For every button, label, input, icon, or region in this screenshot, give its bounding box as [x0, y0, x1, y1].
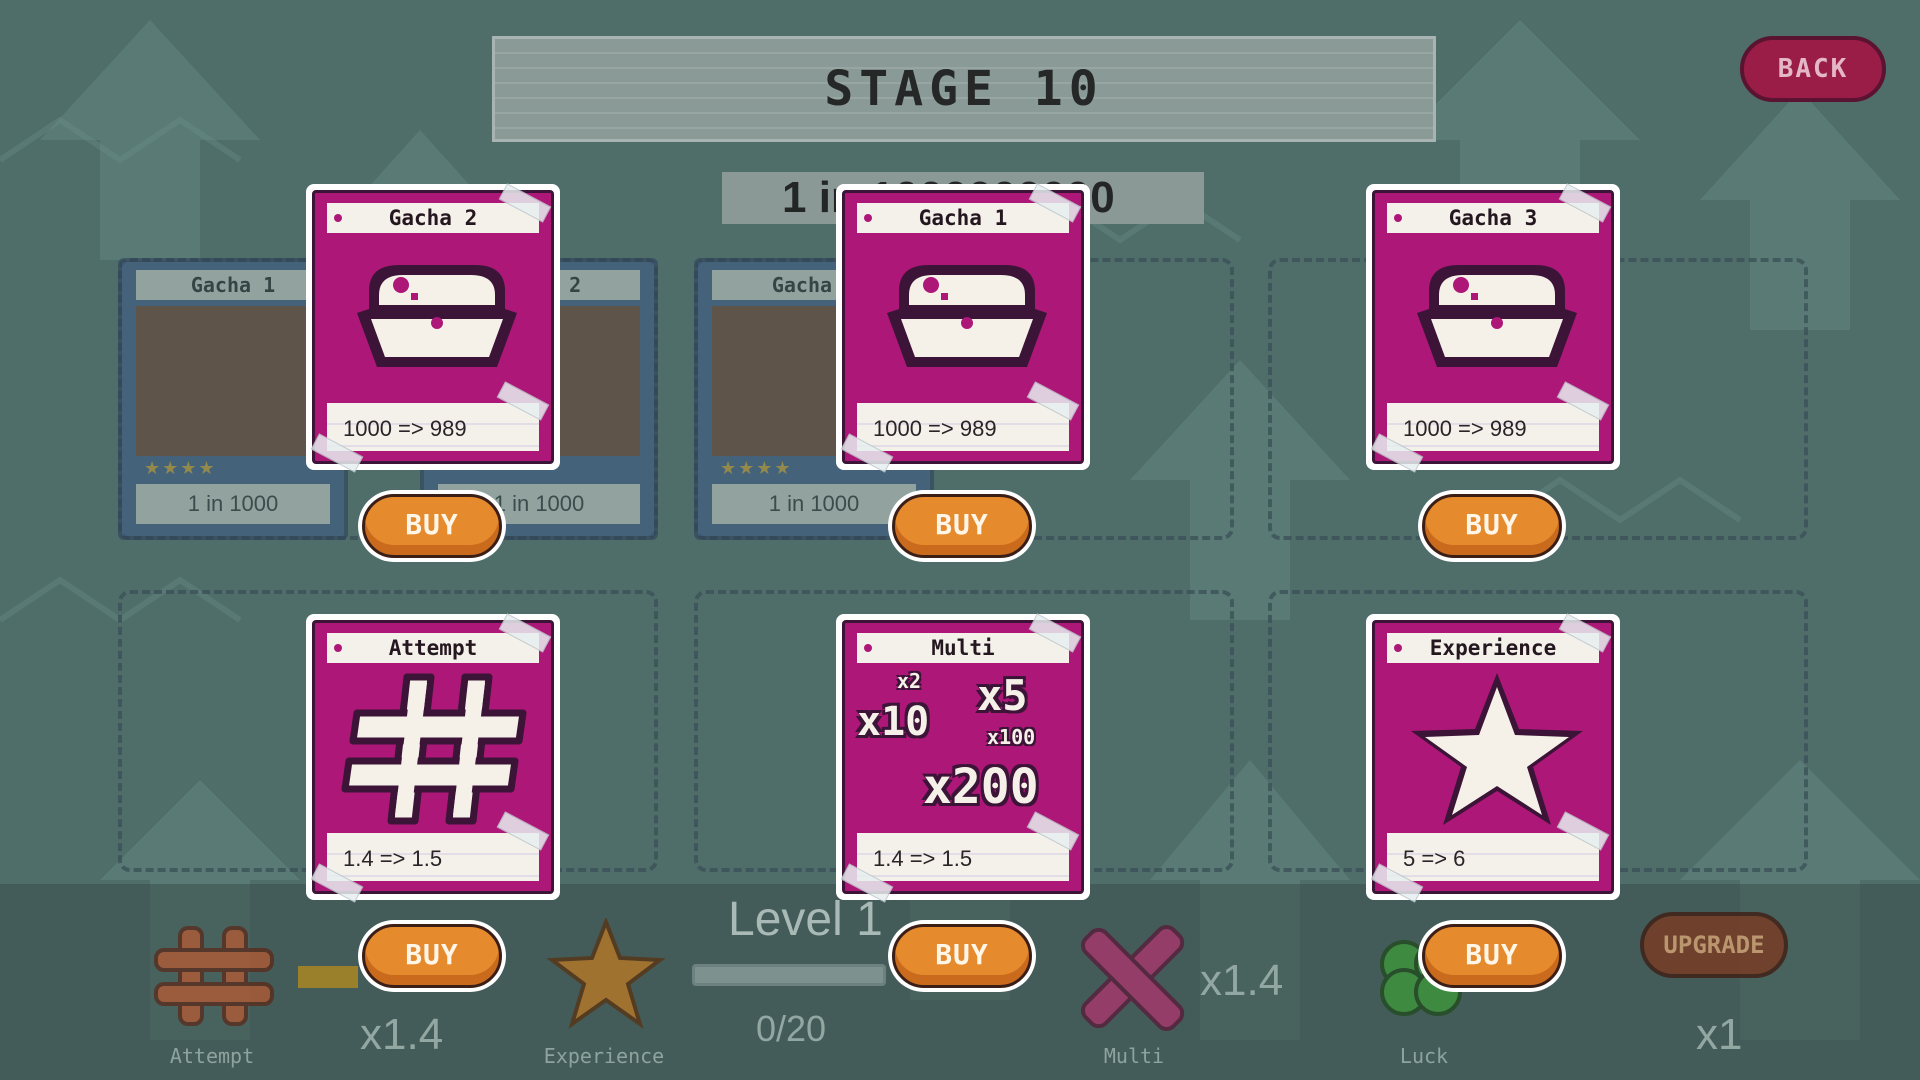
level-label: Level 1 — [728, 893, 883, 946]
owned-card-value: 1 in 1000 — [712, 484, 916, 524]
owned-card-value: 1 in 1000 — [136, 484, 330, 524]
card-value: 1.4 => 1.5 — [857, 833, 1069, 881]
buy-label[interactable]: BUY — [362, 924, 502, 988]
stage-title: STAGE 10 — [824, 61, 1104, 117]
owned-card-title: Gacha 1 — [136, 270, 330, 300]
luck-multiplier: x1 — [1696, 1010, 1743, 1059]
card-title: Attempt — [327, 633, 539, 663]
attempt-progress-bar — [298, 966, 358, 988]
buy-label[interactable]: BUY — [362, 494, 502, 558]
hash-icon — [341, 673, 527, 825]
buy-button-gacha-3[interactable]: BUY — [1418, 490, 1566, 562]
experience-star-icon — [546, 918, 666, 1029]
upgrade-button[interactable]: UPGRADE — [1640, 912, 1788, 978]
level-progress-bar — [692, 964, 886, 986]
buy-button-experience[interactable]: BUY — [1418, 920, 1566, 992]
multiplier-x2: x2 — [897, 669, 922, 693]
shop-card-gacha-3[interactable]: Gacha 3 1000 => 989 — [1366, 183, 1620, 473]
rarity-stars-icon: ★★★★ — [720, 458, 793, 479]
multiplier-icon: x2 x5 x10 x100 x200 — [857, 669, 1069, 829]
card-value: 1000 => 989 — [1387, 403, 1599, 451]
multiplier-x5: x5 — [977, 671, 1028, 720]
card-title: Gacha 3 — [1387, 203, 1599, 233]
multiplier-x100: x100 — [987, 725, 1036, 749]
buy-button-multi[interactable]: BUY — [888, 920, 1036, 992]
buy-button-gacha-2[interactable]: BUY — [358, 490, 506, 562]
buy-label[interactable]: BUY — [892, 924, 1032, 988]
star-icon — [1411, 673, 1583, 825]
shop-card-multi[interactable]: Multi x2 x5 x10 x100 x200 1.4 => 1.5 — [836, 613, 1090, 903]
multi-stat-label: Multi — [1103, 1044, 1165, 1068]
back-button[interactable]: BACK — [1740, 36, 1886, 102]
buy-button-gacha-1[interactable]: BUY — [888, 490, 1036, 562]
attempt-multiplier: x1.4 — [360, 1010, 444, 1059]
stage-banner: STAGE 10 — [492, 36, 1436, 142]
chest-icon — [1417, 265, 1577, 367]
chest-icon — [887, 265, 1047, 367]
card-value: 1.4 => 1.5 — [327, 833, 539, 881]
card-title: Experience — [1387, 633, 1599, 663]
buy-label[interactable]: BUY — [1422, 494, 1562, 558]
attempt-hash-icon — [154, 926, 274, 1026]
card-title: Gacha 2 — [327, 203, 539, 233]
experience-count: 0/20 — [756, 1008, 827, 1049]
multi-x-icon — [1080, 924, 1185, 1032]
shop-card-attempt[interactable]: Attempt 1.4 => 1.5 — [306, 613, 560, 903]
shop-card-experience[interactable]: Experience 5 => 6 — [1366, 613, 1620, 903]
card-value: 1000 => 989 — [327, 403, 539, 451]
buy-label[interactable]: BUY — [1422, 924, 1562, 988]
card-value: 5 => 6 — [1387, 833, 1599, 881]
card-title: Gacha 1 — [857, 203, 1069, 233]
multiplier-x200: x200 — [923, 759, 1039, 815]
buy-button-attempt[interactable]: BUY — [358, 920, 506, 992]
chest-icon — [357, 265, 517, 367]
multiplier-x10: x10 — [857, 699, 930, 745]
shop-card-gacha-1[interactable]: Gacha 1 1000 => 989 — [836, 183, 1090, 473]
multi-multiplier: x1.4 — [1200, 956, 1284, 1005]
rarity-stars-icon: ★★★★ — [144, 458, 217, 479]
shop-card-gacha-2[interactable]: Gacha 2 1000 => 989 — [306, 183, 560, 473]
card-value: 1000 => 989 — [857, 403, 1069, 451]
card-title: Multi — [857, 633, 1069, 663]
buy-label[interactable]: BUY — [892, 494, 1032, 558]
experience-stat-label: Experience — [543, 1044, 665, 1068]
club-and-chest-icon — [136, 306, 330, 456]
luck-stat-label: Luck — [1399, 1044, 1449, 1068]
attempt-stat-label: Attempt — [169, 1044, 255, 1068]
